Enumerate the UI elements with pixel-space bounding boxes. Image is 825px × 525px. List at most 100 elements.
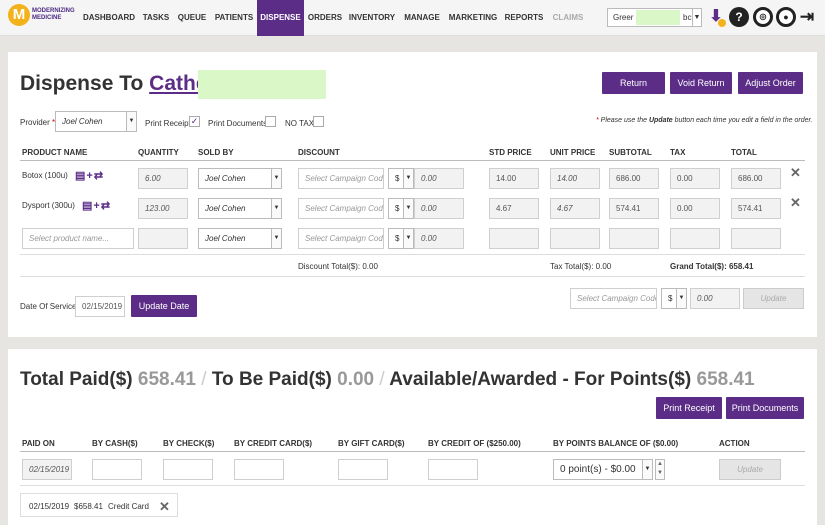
add-icon[interactable]: + <box>93 200 100 212</box>
nav-reports[interactable]: REPORTS <box>503 0 545 36</box>
nav-orders[interactable]: ORDERS <box>305 0 345 36</box>
nav-manage[interactable]: MANAGE <box>401 0 443 36</box>
add-icon[interactable]: + <box>86 170 93 182</box>
logo-icon[interactable]: M <box>8 4 30 26</box>
date-of-service-field[interactable]: 02/15/2019 <box>75 296 125 317</box>
points-stepper[interactable]: ▲ ▼ <box>655 459 665 480</box>
quantity-field[interactable]: 6.00 <box>138 168 188 189</box>
nav-patients[interactable]: PATIENTS <box>212 0 256 36</box>
update-notice: * Please use the Update button each time… <box>596 117 813 124</box>
discount-value-field[interactable]: 0.00 <box>414 198 464 219</box>
exchange-icon[interactable]: ⇄ <box>101 200 111 212</box>
print-receipt-button[interactable]: Print Receipt <box>656 397 722 419</box>
quantity-field[interactable]: 123.00 <box>138 198 188 219</box>
points-select[interactable]: 0 point(s) - $0.00 ▼ <box>553 459 653 480</box>
credit-field[interactable] <box>428 459 478 480</box>
document-icon[interactable]: ▤ <box>82 200 93 212</box>
remove-row-icon[interactable]: ✕ <box>790 195 801 211</box>
gift-card-field[interactable] <box>338 459 388 480</box>
chevron-down-icon: ▼ <box>271 229 281 248</box>
tax-field: 0.00 <box>670 168 720 189</box>
user-icon[interactable]: ● <box>776 7 796 27</box>
payment-summary: Total Paid($) 658.41 / To Be Paid($) 0.0… <box>20 369 755 390</box>
print-documents-checkbox[interactable] <box>265 116 276 127</box>
support-icon[interactable]: ◎ <box>753 7 773 27</box>
help-icon[interactable]: ? <box>729 7 749 27</box>
print-documents-label: Print Documents <box>208 119 268 128</box>
credit-card-field[interactable] <box>234 459 284 480</box>
notification-dot <box>718 19 726 27</box>
remove-payment-icon[interactable]: ✕ <box>159 499 170 515</box>
col-by-credit: BY CREDIT OF ($250.00) <box>428 439 521 448</box>
col-std-price: STD PRICE <box>489 148 532 157</box>
logout-icon[interactable]: ⇥ <box>797 7 817 27</box>
adjust-order-button[interactable]: Adjust Order <box>738 72 803 94</box>
col-product-name: PRODUCT NAME <box>22 148 88 157</box>
nav-dispense[interactable]: DISPENSE <box>257 0 304 36</box>
to-be-paid-value: 0.00 <box>337 369 375 390</box>
nav-tasks[interactable]: TASKS <box>140 0 172 36</box>
unit-price-field[interactable]: 14.00 <box>550 168 600 189</box>
chevron-down-icon: ▼ <box>403 229 413 248</box>
remove-row-icon[interactable]: ✕ <box>790 165 801 181</box>
std-price-field: 14.00 <box>489 168 539 189</box>
history-amount: $658.41 <box>74 502 103 511</box>
discount-type-select[interactable]: $ ▼ <box>388 198 414 219</box>
chevron-down-icon[interactable]: ▼ <box>692 8 702 27</box>
discount-value-field[interactable]: 0.00 <box>414 168 464 189</box>
sold-by-select[interactable]: Joel Cohen ▼ <box>198 168 282 189</box>
update-button[interactable]: Update <box>743 288 804 309</box>
document-icon[interactable]: ▤ <box>75 170 86 182</box>
nav-dashboard[interactable]: DASHBOARD <box>80 0 138 36</box>
nav-claims[interactable]: CLAIMS <box>548 0 588 36</box>
campaign-code-field[interactable]: Select Campaign Code <box>298 168 384 189</box>
row-actions[interactable]: ▤+⇄ <box>75 169 104 182</box>
chevron-down-icon: ▼ <box>403 199 413 218</box>
chevron-down-icon: ▼ <box>126 112 136 131</box>
nav-queue[interactable]: QUEUE <box>174 0 210 36</box>
subtotal-field: 574.41 <box>609 198 659 219</box>
subtotal-field <box>609 228 659 249</box>
payment-history-item: 02/15/2019 $658.41 Credit Card ✕ <box>20 493 178 517</box>
unit-price-field[interactable]: 4.67 <box>550 198 600 219</box>
chevron-down-icon: ▼ <box>271 169 281 188</box>
row-actions[interactable]: ▤+⇄ <box>82 199 111 212</box>
row-divider <box>20 254 805 255</box>
order-discount-value-field[interactable]: 0.00 <box>690 288 740 309</box>
chevron-down-icon: ▼ <box>403 169 413 188</box>
order-campaign-code-field[interactable]: Select Campaign Code <box>570 288 657 309</box>
product-search-input[interactable]: Select product name... <box>22 228 134 249</box>
std-price-field: 4.67 <box>489 198 539 219</box>
nav-marketing[interactable]: MARKETING <box>447 0 499 36</box>
col-total: TOTAL <box>731 148 757 157</box>
payment-update-button[interactable]: Update <box>719 459 781 480</box>
discount-type-select[interactable]: $ ▼ <box>388 228 414 249</box>
total-paid-value: 658.41 <box>137 369 197 390</box>
quantity-field[interactable] <box>138 228 188 249</box>
sold-by-select[interactable]: Joel Cohen ▼ <box>198 228 282 249</box>
check-field[interactable] <box>163 459 213 480</box>
exchange-icon[interactable]: ⇄ <box>94 170 104 182</box>
campaign-code-field[interactable]: Select Campaign Code <box>298 198 384 219</box>
col-unit-price: UNIT PRICE <box>550 148 596 157</box>
no-tax-checkbox[interactable] <box>313 116 324 127</box>
col-by-cash: BY CASH($) <box>92 439 138 448</box>
campaign-code-field[interactable]: Select Campaign Code <box>298 228 384 249</box>
print-documents-button[interactable]: Print Documents <box>726 397 804 419</box>
paid-on-field[interactable]: 02/15/2019 <box>22 459 72 480</box>
discount-value-field[interactable]: 0.00 <box>414 228 464 249</box>
unit-price-field[interactable] <box>550 228 600 249</box>
void-return-button[interactable]: Void Return <box>670 72 732 94</box>
sold-by-select[interactable]: Joel Cohen ▼ <box>198 198 282 219</box>
cash-field[interactable] <box>92 459 142 480</box>
return-button[interactable]: Return <box>602 72 665 94</box>
col-by-check: BY CHECK($) <box>163 439 215 448</box>
discount-type-select[interactable]: $ ▼ <box>388 168 414 189</box>
provider-select[interactable]: Joel Cohen ▼ <box>55 111 137 132</box>
total-field: 574.41 <box>731 198 781 219</box>
tax-field <box>670 228 720 249</box>
print-receipt-checkbox[interactable]: ✓ <box>189 116 200 127</box>
order-discount-type-select[interactable]: $ ▼ <box>661 288 687 309</box>
update-date-button[interactable]: Update Date <box>131 295 197 317</box>
nav-inventory[interactable]: INVENTORY <box>347 0 397 36</box>
